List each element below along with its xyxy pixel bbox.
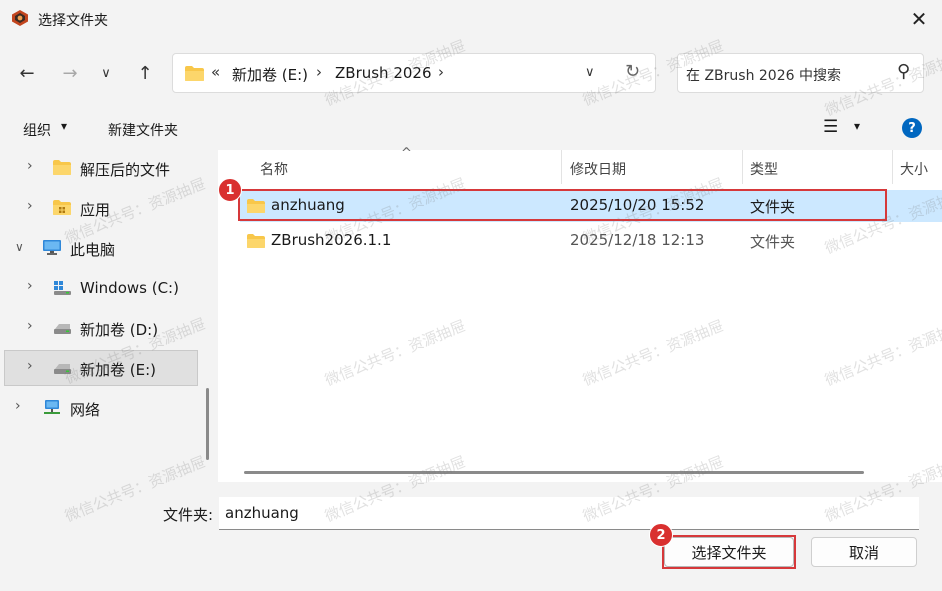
- sidebar-item-label: Windows (C:): [80, 279, 179, 297]
- refresh-icon[interactable]: ↻: [625, 61, 640, 82]
- navigation-pane: › 解压后的文件 › 应用 ∨ 此电脑 › Windows (C:) › 新加卷…: [0, 150, 200, 482]
- chevron-right-icon[interactable]: ›: [27, 358, 33, 374]
- sidebar-item-network[interactable]: › 网络: [4, 390, 198, 426]
- breadcrumb-overflow[interactable]: «: [211, 63, 220, 81]
- file-type: 文件夹: [750, 233, 796, 251]
- title-bar: 选择文件夹 ✕: [0, 0, 942, 38]
- folder-name-input[interactable]: [219, 497, 919, 530]
- close-button[interactable]: ✕: [902, 4, 936, 34]
- annotation-highlight-button: [662, 535, 796, 569]
- sidebar-item-apps[interactable]: › 应用: [4, 190, 198, 226]
- column-header-size[interactable]: 大小: [900, 159, 928, 179]
- column-divider[interactable]: [561, 150, 562, 184]
- address-bar[interactable]: « 新加卷 (E:) › ZBrush 2026 › ∨ ↻: [172, 53, 656, 93]
- back-button[interactable]: ←: [14, 60, 40, 86]
- command-toolbar: 组织 ▾ 新建文件夹 ☰ ▾ ?: [0, 108, 942, 150]
- windows-drive-icon: [54, 281, 71, 295]
- organize-button[interactable]: 组织: [23, 120, 51, 140]
- sidebar-item-label: 网络: [70, 401, 101, 419]
- column-header-date[interactable]: 修改日期: [570, 159, 626, 179]
- column-header-name[interactable]: 名称: [260, 159, 288, 179]
- view-chevron-icon[interactable]: ▾: [854, 119, 860, 133]
- annotation-badge: 1: [218, 178, 242, 202]
- view-options-icon[interactable]: ☰: [823, 117, 838, 137]
- network-icon: [44, 400, 60, 414]
- navigation-scrollbar[interactable]: [206, 388, 209, 460]
- up-button[interactable]: ↑: [132, 60, 158, 86]
- table-row[interactable]: ZBrush2026.1.1 2025/12/18 12:13 文件夹: [240, 225, 942, 257]
- breadcrumb-zbrush-2026[interactable]: ZBrush 2026: [335, 64, 432, 82]
- apps-folder-icon: [53, 200, 71, 215]
- sort-ascending-icon: ^: [401, 146, 412, 161]
- annotation-badge: 2: [649, 523, 673, 547]
- help-icon[interactable]: ?: [902, 118, 922, 138]
- app-icon: [12, 10, 28, 26]
- folder-icon: [53, 160, 71, 175]
- horizontal-scrollbar[interactable]: [244, 471, 864, 474]
- sidebar-item-label: 新加卷 (E:): [80, 361, 157, 379]
- sidebar-item-drive-d[interactable]: › 新加卷 (D:): [4, 310, 198, 346]
- sidebar-item-this-pc[interactable]: ∨ 此电脑: [4, 230, 198, 266]
- chevron-right-icon[interactable]: ›: [27, 158, 33, 174]
- sidebar-item-drive-c[interactable]: › Windows (C:): [4, 270, 198, 306]
- folder-icon: [185, 66, 204, 81]
- sidebar-item-label: 新加卷 (D:): [80, 321, 159, 339]
- breadcrumb-drive-e[interactable]: 新加卷 (E:): [232, 64, 308, 85]
- cancel-button[interactable]: 取消: [811, 537, 917, 567]
- window-title: 选择文件夹: [38, 13, 108, 29]
- folder-label: 文件夹:: [163, 506, 214, 524]
- search-icon[interactable]: ⚲: [897, 61, 910, 82]
- sidebar-item-label: 应用: [80, 201, 111, 219]
- drive-icon: [54, 324, 71, 334]
- chevron-down-icon[interactable]: ∨: [15, 240, 24, 254]
- sidebar-item-label: 解压后的文件: [80, 161, 171, 179]
- computer-icon: [43, 240, 61, 255]
- drive-icon: [54, 364, 71, 374]
- chevron-right-icon[interactable]: ›: [15, 398, 21, 414]
- recent-locations-button[interactable]: ∨: [96, 60, 116, 86]
- breadcrumb-separator[interactable]: ›: [316, 63, 322, 81]
- breadcrumb-separator[interactable]: ›: [438, 63, 444, 81]
- new-folder-button[interactable]: 新建文件夹: [108, 120, 178, 140]
- file-name: ZBrush2026.1.1: [271, 231, 392, 249]
- file-date: 2025/12/18 12:13: [570, 231, 705, 249]
- folder-icon: [247, 234, 265, 248]
- column-divider[interactable]: [742, 150, 743, 184]
- search-box[interactable]: 在 ZBrush 2026 中搜索 ⚲: [677, 53, 924, 93]
- annotation-highlight-row: [238, 189, 887, 221]
- search-input[interactable]: 在 ZBrush 2026 中搜索: [686, 65, 841, 85]
- column-divider[interactable]: [892, 150, 893, 184]
- forward-button[interactable]: →: [57, 60, 83, 86]
- sidebar-item-extracted-files[interactable]: › 解压后的文件: [4, 150, 198, 186]
- organize-chevron-icon[interactable]: ▾: [61, 119, 67, 133]
- chevron-right-icon[interactable]: ›: [27, 198, 33, 214]
- sidebar-item-label: 此电脑: [70, 241, 116, 259]
- address-dropdown-icon[interactable]: ∨: [585, 65, 595, 80]
- sidebar-item-drive-e[interactable]: › 新加卷 (E:): [4, 350, 198, 386]
- chevron-right-icon[interactable]: ›: [27, 318, 33, 334]
- chevron-right-icon[interactable]: ›: [27, 278, 33, 294]
- column-header-type[interactable]: 类型: [750, 159, 778, 179]
